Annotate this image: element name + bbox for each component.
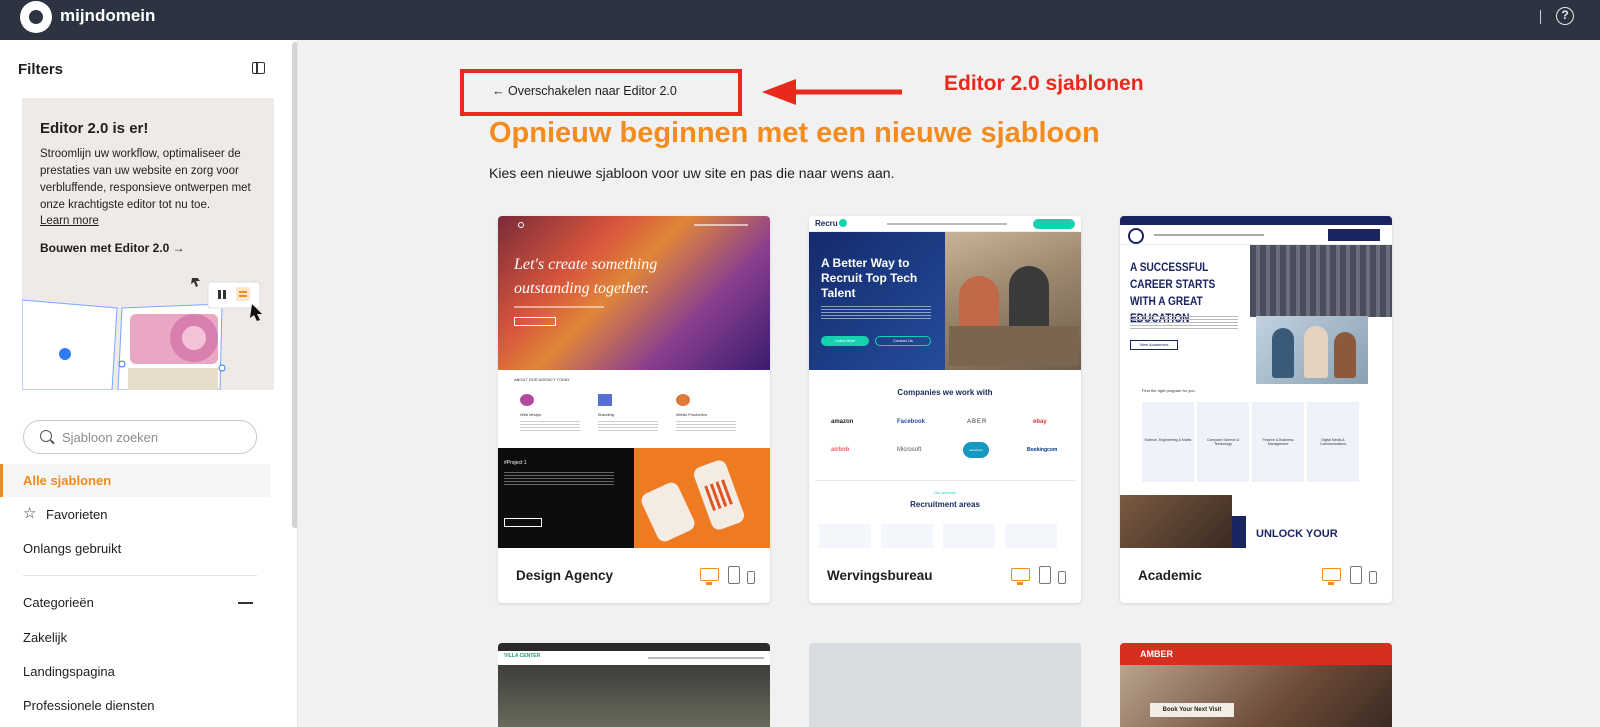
preview-logo: Recru [815,219,838,228]
preview-cta: Contact Us [875,336,931,346]
nav-all-templates[interactable]: Alle sjablonen [0,464,270,497]
mobile-icon[interactable] [1058,571,1066,584]
preview-company: ABER [967,419,988,425]
preview-program-label: Find the right program for you [1142,388,1195,393]
category-item[interactable]: Zakelijk [23,630,67,645]
template-name: Design Agency [516,568,614,583]
preview-company: amazon [831,419,854,425]
preview-service: Media Production [676,412,708,417]
star-icon: ☆ [23,505,37,522]
template-name: Wervingsbureau [827,568,933,583]
preview-services-label: Our services [933,490,957,495]
build-with-editor-link[interactable]: Bouwen met Editor 2.0 → [40,241,185,255]
preview-company: Bookingcom [1027,447,1058,453]
preview-hero-line: outstanding together. [514,280,650,297]
mobile-icon[interactable] [1369,571,1377,584]
desktop-icon[interactable] [1011,568,1030,585]
template-search-input[interactable]: Sjabloon zoeken [23,420,257,454]
nav-recently-used[interactable]: Onlangs gebruikt [0,532,270,565]
collapse-minus-icon[interactable] [238,602,253,604]
template-card-design-agency[interactable]: Let's create something outstanding toget… [498,216,770,603]
preview-company: Facebook [897,419,926,425]
filters-title: Filters [18,61,64,78]
preview-cta: View Academics [1130,340,1178,350]
preview-company: Microsoft [897,447,922,453]
search-placeholder: Sjabloon zoeken [62,430,159,445]
preview-hero: A Better Way to Recruit Top Tech Talent [821,256,918,300]
nav-label: Onlangs gebruikt [23,541,122,556]
category-item[interactable]: Landingspagina [23,664,115,679]
brand-logo-icon[interactable] [20,1,52,33]
promo-title: Editor 2.0 is er! [40,120,149,137]
mobile-icon[interactable] [747,571,755,584]
preview-company: salesforce [969,448,983,452]
desktop-icon[interactable] [700,568,719,585]
preview-cta: Book Your Next Visit [1150,703,1234,717]
preview-section-label: ABOUT OUR AGENCY TODAY [514,377,570,382]
category-item[interactable]: Professionele diensten [23,698,155,713]
nav-label: Favorieten [46,507,108,522]
template-card-wervingsbureau[interactable]: Recru A Better Way to Recruit Top Tech T… [809,216,1081,603]
editor-promo-card: Editor 2.0 is er! Stroomlijn uw workflow… [22,98,274,390]
template-card-loading[interactable] [809,643,1081,727]
preview-program: Science, Engineering & Maths [1144,438,1192,442]
tablet-icon[interactable] [1350,566,1362,584]
preview-service: Web design [520,412,542,417]
template-preview: A SUCCESSFUL CAREER STARTS WITH A GREAT … [1120,216,1392,548]
preview-areas-title: Recruitment areas [910,500,980,509]
annotation-arrow-icon [762,79,902,105]
tablet-icon[interactable] [1039,566,1051,584]
preview-hero-line: Let's create something [514,256,658,273]
template-name: Academic [1138,568,1202,583]
preview-company: airbnb [831,447,850,453]
nav-label: Alle sjablonen [23,473,112,488]
preview-logo: VILLA CENTER [504,653,541,659]
preview-service: Branding [598,412,615,417]
preview-banner: UNLOCK YOUR [1256,528,1338,540]
sidebar-scrollbar[interactable] [292,42,297,528]
help-icon[interactable]: ? [1556,7,1574,25]
annotation-text: Editor 2.0 sjablonen [944,72,1144,95]
preview-logo: AMBER [1140,649,1173,659]
top-divider [1540,10,1541,24]
template-card-villa[interactable]: VILLA CENTER [498,643,770,727]
desktop-icon[interactable] [1322,568,1341,585]
brand-name[interactable]: mijndomein [60,6,155,26]
page-subtitle: Kies een nieuwe sjabloon voor uw site en… [489,165,895,181]
filters-sidebar: Filters Editor 2.0 is er! Stroomlijn uw … [0,40,298,727]
template-card-amber[interactable]: AMBER Book Your Next Visit [1120,643,1392,727]
search-icon [40,430,52,442]
template-card-academic[interactable]: A SUCCESSFUL CAREER STARTS WITH A GREAT … [1120,216,1392,603]
page-title: Opnieuw beginnen met een nieuwe sjabloon [489,117,1100,149]
categories-title: Categorieën [23,595,94,610]
divider [23,575,257,576]
preview-companies-title: Companies we work with [897,388,993,397]
promo-illustration [22,278,262,390]
preview-program: Computer Science & Technology [1206,438,1240,446]
preview-cta: Learn More [821,336,869,346]
preview-program: Finance & Business Management [1262,438,1294,446]
annotation-highlight-box [460,69,742,116]
preview-program: Digital Media & Communications [1319,438,1347,446]
collapse-panel-icon[interactable] [252,62,265,74]
template-preview: Recru A Better Way to Recruit Top Tech T… [809,216,1081,548]
promo-text: Stroomlijn uw workflow, optimaliseer de … [40,148,251,211]
top-bar: mijndomein ? [0,0,1600,40]
tablet-icon[interactable] [728,566,740,584]
nav-favorites[interactable]: ☆ Favorieten [0,498,270,531]
learn-more-link[interactable]: Learn more [40,215,99,227]
preview-project-label: #Project 1 [504,460,527,466]
template-preview: Let's create something outstanding toget… [498,216,770,548]
preview-company: ebay [1033,419,1047,425]
